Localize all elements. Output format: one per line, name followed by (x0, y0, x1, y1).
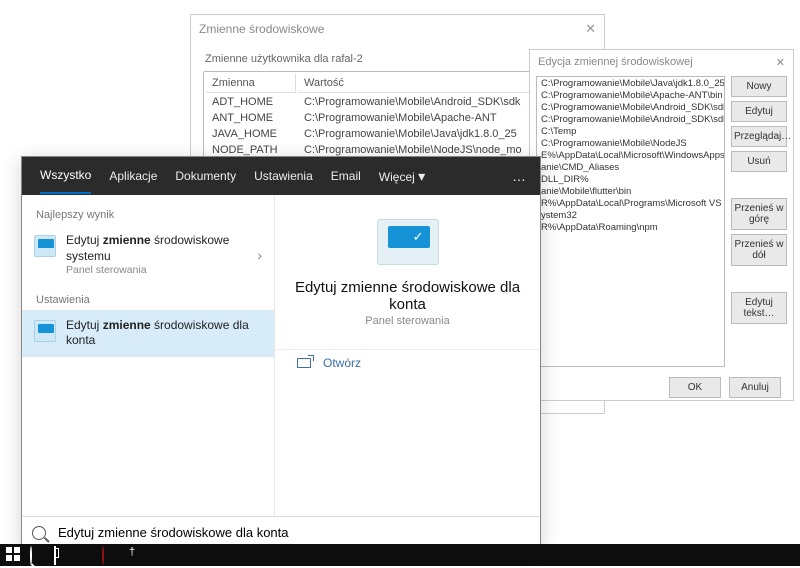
control-panel-icon (34, 235, 56, 257)
move-up-button[interactable]: Przenieś w górę (731, 198, 787, 230)
taskbar-app-1[interactable] (78, 547, 94, 563)
taskbar-search-icon[interactable] (30, 547, 46, 563)
taskbar-app-2[interactable] (102, 547, 118, 563)
tab-more[interactable]: Więcej ▾ (379, 168, 425, 185)
start-button[interactable] (6, 547, 22, 563)
taskbar-app-3[interactable] (126, 547, 142, 563)
edit-env-dialog: Edycja zmiennej środowiskowej ✕ C:\Progr… (529, 49, 794, 401)
chevron-down-icon: ▾ (418, 168, 425, 184)
preview-title: Edytuj zmienne środowiskowe dla konta (275, 279, 540, 313)
list-item[interactable]: C:\Programowanie\Mobile\Android_SDK\sdk\… (537, 101, 724, 113)
list-item[interactable]: ystem32 (537, 209, 724, 221)
list-item[interactable]: C:\Programowanie\Mobile\NodeJS (537, 137, 724, 149)
chevron-right-icon[interactable]: › (257, 247, 262, 263)
delete-button[interactable]: Usuń (731, 151, 787, 172)
list-item[interactable]: C:\Programowanie\Mobile\Android_SDK\sdk\… (537, 113, 724, 125)
control-panel-large-icon: ✓ (377, 219, 439, 265)
close-icon[interactable]: ✕ (585, 21, 596, 37)
search-input[interactable] (56, 524, 530, 541)
list-item[interactable]: C:\Temp (537, 125, 724, 137)
browse-button[interactable]: Przeglądaj… (731, 126, 787, 147)
cancel-button[interactable]: Anuluj (729, 377, 781, 398)
dialog-title: Zmienne środowiskowe (199, 22, 324, 36)
tab-settings[interactable]: Ustawienia (254, 169, 313, 183)
open-icon (297, 358, 311, 368)
result-edit-system-env[interactable]: Edytuj zmienne środowiskowe systemu Pane… (22, 225, 274, 286)
search-icon (32, 526, 46, 540)
settings-section-label: Ustawienia (22, 286, 274, 310)
list-item[interactable]: anie\Mobile\flutter\bin (537, 185, 724, 197)
list-item[interactable]: R%\AppData\Roaming\npm (537, 221, 724, 233)
dialog-titlebar: Edycja zmiennej środowiskowej ✕ (530, 50, 793, 74)
tab-apps[interactable]: Aplikacje (109, 169, 157, 183)
tab-email[interactable]: Email (331, 169, 361, 183)
edit-button[interactable]: Edytuj (731, 101, 787, 122)
list-item[interactable]: R%\AppData\Local\Programs\Microsoft VS C… (537, 197, 724, 209)
move-down-button[interactable]: Przenieś w dół (731, 234, 787, 266)
dialog-titlebar: Zmienne środowiskowe ✕ (191, 15, 604, 43)
close-icon[interactable]: ✕ (776, 56, 785, 69)
best-match-label: Najlepszy wynik (22, 201, 274, 225)
list-item[interactable]: DLL_DIR% (537, 173, 724, 185)
result-edit-user-env[interactable]: Edytuj zmienne środowiskowe dla konta (22, 310, 274, 357)
checkmark-icon: ✓ (413, 229, 424, 245)
task-view-icon[interactable] (54, 547, 70, 563)
more-options-icon[interactable]: … (512, 168, 528, 184)
tab-all[interactable]: Wszystko (40, 168, 91, 194)
start-search-panel: Wszystko Aplikacje Dokumenty Ustawienia … (21, 156, 541, 549)
new-button[interactable]: Nowy (731, 76, 787, 97)
search-tabs: Wszystko Aplikacje Dokumenty Ustawienia … (22, 157, 540, 195)
control-panel-icon (34, 320, 56, 342)
result-subtitle: Panel sterowania (66, 264, 247, 278)
tab-docs[interactable]: Dokumenty (175, 169, 236, 183)
taskbar (0, 544, 800, 566)
list-item[interactable]: anie\CMD_Aliases (537, 161, 724, 173)
list-item[interactable]: E%\AppData\Local\Microsoft\WindowsApps (537, 149, 724, 161)
preview-subtitle: Panel sterowania (365, 315, 449, 327)
list-item[interactable]: C:\Programowanie\Mobile\Java\jdk1.8.0_25… (537, 77, 724, 89)
edit-text-button[interactable]: Edytuj tekst… (731, 292, 787, 324)
result-preview: ✓ Edytuj zmienne środowiskowe dla konta … (275, 195, 540, 516)
path-listbox[interactable]: C:\Programowanie\Mobile\Java\jdk1.8.0_25… (536, 76, 725, 367)
results-sidebar: Najlepszy wynik Edytuj zmienne środowisk… (22, 195, 275, 516)
ok-button[interactable]: OK (669, 377, 721, 398)
list-item[interactable]: C:\Programowanie\Mobile\Apache-ANT\bin (537, 89, 724, 101)
col-variable[interactable]: Zmienna (206, 74, 296, 93)
open-action[interactable]: Otwórz (275, 349, 540, 376)
dialog-title: Edycja zmiennej środowiskowej (538, 56, 693, 68)
